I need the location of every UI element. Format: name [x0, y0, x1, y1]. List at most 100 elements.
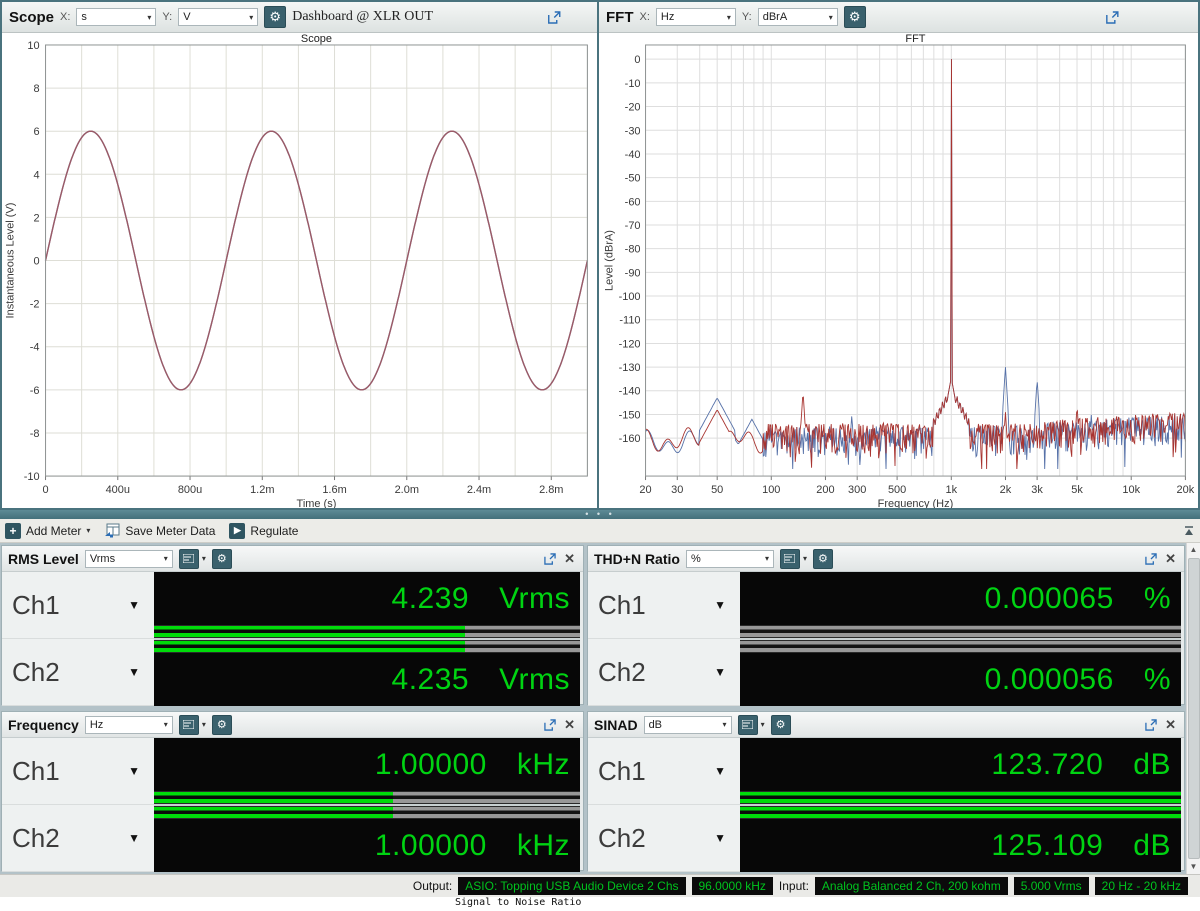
meter-bar-ch2	[154, 806, 580, 819]
meter-unit-select[interactable]: % ▾	[686, 550, 774, 568]
gear-icon: ⚙	[776, 718, 786, 731]
chevron-down-icon: ▾	[727, 13, 731, 22]
meter-display-mode-button[interactable]	[179, 715, 199, 735]
svg-text:200: 200	[816, 484, 834, 496]
add-meter-button[interactable]: + Add Meter ▾	[5, 523, 90, 539]
channel-selector-ch2[interactable]: Ch2 ▼	[2, 805, 154, 872]
meter-value: 4.239	[392, 582, 470, 616]
close-icon[interactable]: ✕	[562, 717, 577, 733]
channel-selector-ch1[interactable]: Ch1 ▼	[588, 572, 740, 639]
chevron-down-icon: ▾	[249, 13, 253, 22]
chevron-down-icon: ▾	[164, 554, 168, 563]
scroll-down-icon[interactable]: ▼	[1190, 860, 1198, 874]
svg-text:1.2m: 1.2m	[250, 484, 274, 496]
collapse-panel-icon[interactable]	[1183, 525, 1195, 537]
fft-settings-button[interactable]: ⚙	[844, 6, 866, 28]
svg-text:-120: -120	[619, 338, 641, 350]
meter-unit-select[interactable]: Vrms ▾	[85, 550, 173, 568]
meter-bar-ch1	[154, 791, 580, 804]
meter-bar-ch1	[740, 625, 1181, 638]
regulate-button[interactable]: ▶ Regulate	[229, 523, 298, 539]
scope-panel-title: Scope	[9, 9, 54, 26]
scope-panel-header: Scope X: s ▾ Y: V ▾ ⚙ Dashboard @ XLR OU…	[2, 2, 597, 33]
splitter-grip-dots: • • •	[585, 512, 614, 517]
meter-unit: Vrms	[499, 582, 570, 616]
status-bar: Output: ASIO: Topping USB Audio Device 2…	[0, 874, 1200, 897]
meter-title: RMS Level	[8, 551, 79, 567]
save-meter-data-button[interactable]: Save Meter Data	[104, 523, 215, 539]
meter-unit-value: dB	[649, 719, 662, 731]
channel-selector-ch2[interactable]: Ch2 ▼	[2, 639, 154, 706]
popout-icon[interactable]	[518, 11, 590, 24]
meter-value: 125.109	[991, 829, 1103, 863]
gear-icon: ⚙	[217, 718, 227, 731]
meter-settings-button[interactable]: ⚙	[212, 549, 232, 569]
gear-icon: ⚙	[818, 552, 828, 565]
chart-section: Scope X: s ▾ Y: V ▾ ⚙ Dashboard @ XLR OU…	[0, 0, 1200, 510]
chevron-down-icon[interactable]: ▾	[761, 720, 765, 729]
meter-unit-select[interactable]: dB ▾	[644, 716, 732, 734]
meter-title: Frequency	[8, 717, 79, 733]
svg-text:-160: -160	[619, 433, 641, 445]
chevron-down-icon: ▾	[723, 720, 727, 729]
meter-display-mode-button[interactable]	[179, 549, 199, 569]
svg-text:2: 2	[33, 212, 39, 224]
popout-icon[interactable]	[544, 553, 556, 565]
scope-x-unit-select[interactable]: s ▾	[76, 8, 156, 26]
channel-selector-ch1[interactable]: Ch1 ▼	[2, 572, 154, 639]
chevron-down-icon[interactable]: ▾	[202, 554, 206, 563]
popout-icon[interactable]	[1145, 553, 1157, 565]
meter-body: Ch1 ▼ Ch2 ▼ 1.00000 kHz	[2, 738, 583, 872]
meter-unit-select[interactable]: Hz ▾	[85, 716, 173, 734]
scope-y-unit-select[interactable]: V ▾	[178, 8, 258, 26]
channel-selector-ch1[interactable]: Ch1 ▼	[588, 738, 740, 805]
fft-x-unit-select[interactable]: Hz ▾	[656, 8, 736, 26]
chevron-down-icon[interactable]: ▾	[803, 554, 807, 563]
channel-selector-ch1[interactable]: Ch1 ▼	[2, 738, 154, 805]
chevron-down-icon: ▼	[128, 665, 140, 679]
popout-icon[interactable]	[1145, 719, 1157, 731]
meter-display-mode-button[interactable]	[780, 549, 800, 569]
close-icon[interactable]: ✕	[1163, 717, 1178, 733]
meter-settings-button[interactable]: ⚙	[813, 549, 833, 569]
fft-y-unit-select[interactable]: dBrA ▾	[758, 8, 838, 26]
svg-text:-20: -20	[625, 102, 641, 114]
input-label: Input:	[779, 879, 809, 893]
channel-label: Ch2	[12, 657, 60, 688]
svg-text:Frequency (Hz): Frequency (Hz)	[878, 498, 954, 508]
meter-settings-button[interactable]: ⚙	[212, 715, 232, 735]
close-icon[interactable]: ✕	[562, 551, 577, 567]
svg-text:50: 50	[711, 484, 723, 496]
meter-display-ch2: 4.235 Vrms	[154, 653, 580, 706]
save-meter-data-label: Save Meter Data	[125, 524, 215, 538]
svg-text:Time (s): Time (s)	[297, 498, 337, 508]
scrollbar-thumb[interactable]	[1188, 558, 1200, 859]
meter-unit: dB	[1133, 748, 1171, 782]
meter-panel-sinad: SINAD dB ▾ ▾ ⚙ ✕	[587, 711, 1185, 871]
meter-display-ch1: 0.000065 %	[740, 572, 1181, 625]
display-column: 1.00000 kHz 1.00000 kHz	[154, 738, 580, 872]
scope-settings-button[interactable]: ⚙	[264, 6, 286, 28]
scope-x-unit-value: s	[81, 11, 87, 23]
svg-text:-2: -2	[30, 299, 40, 311]
channel-selector-ch2[interactable]: Ch2 ▼	[588, 639, 740, 706]
gear-icon: ⚙	[217, 552, 227, 565]
play-icon: ▶	[229, 523, 245, 539]
horizontal-splitter[interactable]: • • •	[0, 510, 1200, 519]
meter-settings-button[interactable]: ⚙	[771, 715, 791, 735]
popout-icon[interactable]	[1034, 11, 1191, 24]
bar-meter-icon	[183, 554, 194, 563]
close-icon[interactable]: ✕	[1163, 551, 1178, 567]
svg-text:400u: 400u	[106, 484, 130, 496]
vertical-scrollbar[interactable]: ▲ ▼	[1186, 543, 1200, 874]
scroll-up-icon[interactable]: ▲	[1190, 543, 1198, 557]
scope-chart: -10-8-6-4-202468100400u800u1.2m1.6m2.0m2…	[2, 33, 597, 508]
meter-display-ch2: 125.109 dB	[740, 819, 1181, 872]
channel-selector-ch2[interactable]: Ch2 ▼	[588, 805, 740, 872]
chevron-down-icon[interactable]: ▾	[202, 720, 206, 729]
svg-text:5k: 5k	[1071, 484, 1083, 496]
meter-title: THD+N Ratio	[594, 551, 680, 567]
popout-icon[interactable]	[544, 719, 556, 731]
meter-unit: dB	[1133, 829, 1171, 863]
meter-display-mode-button[interactable]	[738, 715, 758, 735]
